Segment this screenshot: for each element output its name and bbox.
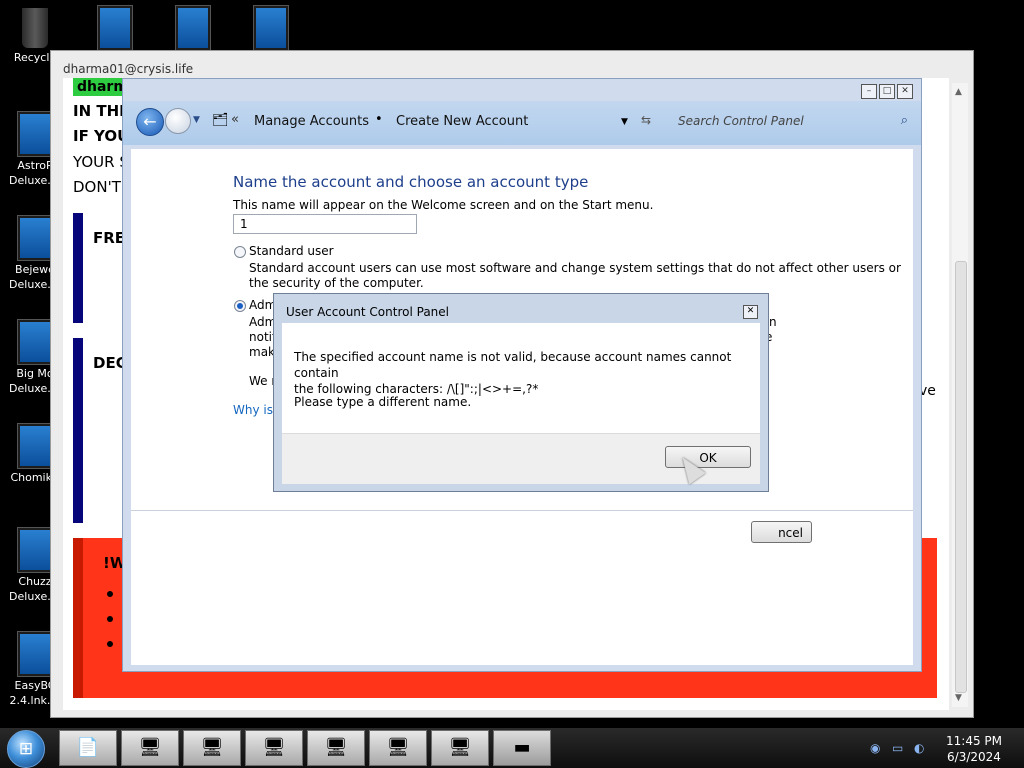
minimize-icon[interactable]: – xyxy=(861,84,877,99)
desktop-file-icon[interactable] xyxy=(176,6,214,50)
taskbar-installer-icon[interactable]: 🖥 xyxy=(245,730,303,766)
display-icon[interactable]: ▭ xyxy=(892,741,903,755)
breadcrumb-overflow-icon[interactable]: « xyxy=(231,112,239,127)
bullet xyxy=(107,616,113,622)
cancel-button[interactable]: ncel xyxy=(751,521,812,543)
ransom-line: YOUR S xyxy=(73,153,129,171)
page-subtitle: This name will appear on the Welcome scr… xyxy=(233,198,654,212)
clock-time: 11:45 PM xyxy=(946,734,1002,748)
maximize-icon[interactable]: □ xyxy=(879,84,895,99)
trash-icon xyxy=(22,8,48,48)
window-controls: – □ ✕ xyxy=(861,84,913,99)
page-title: Name the account and choose an account t… xyxy=(233,173,589,191)
shortcut-icon xyxy=(18,320,52,364)
search-icon[interactable]: ⌕ xyxy=(901,113,908,128)
start-button[interactable]: ⊞ xyxy=(7,730,45,768)
close-icon[interactable]: ✕ xyxy=(897,84,913,99)
refresh-icon[interactable]: ⇆ xyxy=(641,113,651,127)
taskbar: ⊞ 📄 🖥 🖥 🖥 🖥 🖥 🖥 ▬ ◉ ▭ ◐ 11:45 PM 6/3/202… xyxy=(0,728,1024,768)
scroll-thumb[interactable] xyxy=(955,261,967,693)
system-tray: ◉ ▭ ◐ 11:45 PM 6/3/2024 xyxy=(862,728,1024,768)
vertical-scrollbar[interactable]: ▲ ▼ xyxy=(952,83,968,707)
standard-user-radio[interactable] xyxy=(234,246,246,258)
error-instruction: Please type a different name. xyxy=(294,395,472,409)
clock-date: 6/3/2024 xyxy=(947,750,1001,764)
divider xyxy=(131,510,913,511)
history-dropdown-icon[interactable]: ▼ xyxy=(193,115,200,125)
taskbar-installer-icon[interactable]: 🖥 xyxy=(307,730,365,766)
desktop-file-icon[interactable] xyxy=(254,6,292,50)
close-icon[interactable]: ✕ xyxy=(743,305,758,319)
back-arrow-icon[interactable]: ← xyxy=(136,108,164,136)
breadcrumb-manage-accounts[interactable]: Manage Accounts xyxy=(254,114,369,129)
volume-icon[interactable]: ◐ xyxy=(914,741,924,755)
administrator-radio[interactable] xyxy=(234,300,246,312)
section-bar xyxy=(73,338,83,523)
shortcut-icon xyxy=(18,424,52,468)
search-box[interactable]: Search Control Panel ⌕ xyxy=(670,106,914,136)
shortcut-icon xyxy=(18,528,52,572)
taskbar-installer-icon[interactable]: 🖥 xyxy=(431,730,489,766)
standard-user-label[interactable]: Standard user xyxy=(249,244,334,259)
error-message-line: The specified account name is not valid,… xyxy=(294,350,732,380)
forward-arrow-icon[interactable] xyxy=(165,108,191,134)
address-dropdown-icon[interactable]: ▼ xyxy=(621,117,628,127)
taskbar-control-panel-icon[interactable]: ▬ xyxy=(493,730,551,766)
ransom-line: IN THE xyxy=(73,102,130,120)
bullet xyxy=(107,591,113,597)
administrator-description: n xyxy=(769,315,777,329)
network-icon[interactable]: ◉ xyxy=(870,741,880,755)
bullet xyxy=(107,641,113,647)
address-bar: ← ▼ 🗂 « Manage Accounts • Create New Acc… xyxy=(123,101,921,145)
standard-user-description: Standard account users can use most soft… xyxy=(249,261,901,275)
breadcrumb-create-new-account[interactable]: Create New Account xyxy=(396,114,528,129)
account-name-field[interactable]: 1 xyxy=(233,214,417,234)
ransom-line: IF YOU xyxy=(73,127,130,145)
section-bar xyxy=(73,213,83,323)
control-panel-icon: 🗂 xyxy=(212,113,229,128)
administrator-description: mak xyxy=(249,345,275,359)
taskbar-installer-icon[interactable]: 🖥 xyxy=(121,730,179,766)
scroll-down-icon[interactable]: ▼ xyxy=(955,693,962,703)
taskbar-installer-icon[interactable]: 🖥 xyxy=(369,730,427,766)
shortcut-icon xyxy=(18,216,52,260)
clock[interactable]: 11:45 PM 6/3/2024 xyxy=(946,733,1002,765)
window-title: dharma01@crysis.life xyxy=(63,62,194,76)
dialog-title: User Account Control Panel xyxy=(286,305,449,319)
taskbar-file-icon[interactable]: 📄 xyxy=(59,730,117,766)
shortcut-icon xyxy=(18,632,52,676)
desktop-file-icon[interactable] xyxy=(98,6,136,50)
breadcrumb-separator-icon: • xyxy=(375,112,383,127)
scroll-up-icon[interactable]: ▲ xyxy=(955,87,962,97)
standard-user-description: the security of the computer. xyxy=(249,276,424,290)
error-message: The specified account name is not valid,… xyxy=(294,349,760,397)
shortcut-icon xyxy=(18,112,52,156)
taskbar-installer-icon[interactable]: 🖥 xyxy=(183,730,241,766)
search-input[interactable]: Search Control Panel xyxy=(678,114,804,128)
